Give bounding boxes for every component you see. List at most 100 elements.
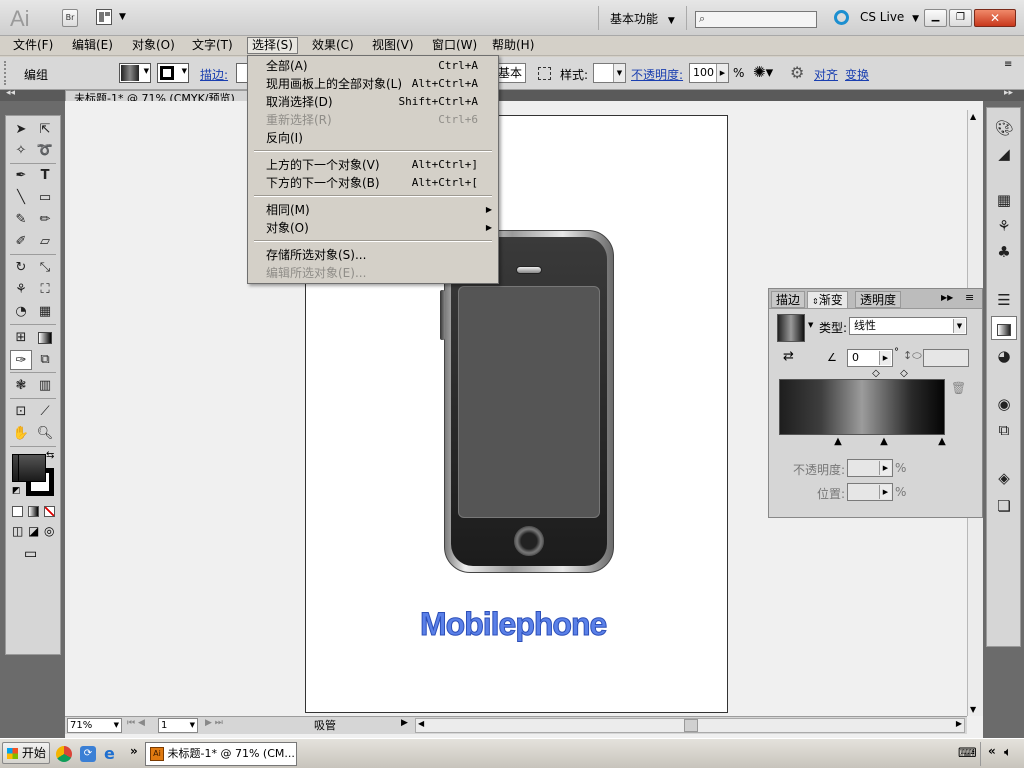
artboard-tool-icon[interactable]: ⊡ (10, 402, 32, 422)
menu-item-next-object-below[interactable]: 下方的下一个对象(B) Alt+Ctrl+[ (248, 174, 498, 192)
layers-icon[interactable]: ◈ (991, 466, 1017, 490)
hand-tool-icon[interactable]: ✋ (10, 424, 32, 444)
artboard-number-field[interactable]: 1 ▼ (158, 718, 198, 733)
menu-item-next-object-above[interactable]: 上方的下一个对象(V) Alt+Ctrl+] (248, 156, 498, 174)
delete-stop-icon[interactable]: 🗑︎ (951, 381, 966, 395)
expand-icon[interactable]: ▶▶ (941, 293, 953, 302)
tab-gradient[interactable]: ⇕渐变 (807, 291, 848, 308)
menu-edit[interactable]: 编辑(E) (68, 37, 117, 54)
recolor-artwork-icon[interactable]: ✺▾ (753, 63, 773, 81)
arrange-documents-icon[interactable] (96, 9, 112, 25)
brush-dropdown[interactable]: 基本 (496, 63, 526, 83)
swap-colors-icon[interactable]: ⇆ (46, 450, 54, 461)
start-button[interactable]: 开始 (2, 742, 50, 764)
eraser-tool-icon[interactable]: ▱ (34, 232, 56, 252)
type-tool-icon[interactable]: T (34, 166, 56, 186)
blend-tool-icon[interactable]: ⧉ (34, 350, 56, 370)
minimize-button[interactable]: ▁ (924, 9, 947, 27)
menu-select[interactable]: 选择(S) (247, 37, 298, 54)
restore-button[interactable]: ❐ (949, 9, 972, 27)
transform-link[interactable]: 变换 (845, 66, 869, 83)
mobilephone-text[interactable]: Mobilephone (419, 606, 607, 643)
expand-icon[interactable]: ▸▸ (1004, 88, 1013, 98)
fill-swatch[interactable]: ▼ (119, 63, 151, 83)
status-menu-icon[interactable]: ▶ (401, 718, 408, 728)
perspective-grid-tool-icon[interactable]: ▦ (34, 302, 56, 322)
workspace-switcher[interactable]: 基本功能 ▼ (610, 10, 675, 27)
rectangle-tool-icon[interactable]: ▭ (34, 188, 56, 208)
close-button[interactable]: ✕ (974, 9, 1016, 27)
aspect-ratio-field[interactable] (923, 349, 969, 367)
symbol-sprayer-tool-icon[interactable]: ❃ (10, 376, 32, 396)
gradient-type-select[interactable]: 线性 ▼ (849, 317, 967, 335)
bridge-button[interactable]: Br (62, 9, 78, 27)
magic-wand-tool-icon[interactable]: ✧ (10, 141, 32, 161)
scroll-right-icon[interactable]: ▶ (956, 719, 962, 728)
menu-object[interactable]: 对象(O) (128, 37, 179, 54)
gradient-tool-icon[interactable] (34, 328, 56, 348)
reverse-gradient-icon[interactable]: ⇄ (783, 349, 794, 364)
menu-item-select-all-artboard[interactable]: 现用画板上的全部对象(L) Alt+Ctrl+A (248, 75, 498, 93)
graphic-style-icon[interactable] (538, 67, 551, 80)
taskbar-item-illustrator[interactable]: Ai 未标题-1* @ 71% (CM... (145, 742, 297, 766)
pencil-tool-icon[interactable]: ✏ (34, 210, 56, 230)
draw-normal-icon[interactable]: ◫ (12, 524, 23, 538)
color-stop[interactable]: ▲ (879, 436, 889, 448)
gradient-icon[interactable] (991, 316, 1017, 340)
menu-item-edit-selection[interactable]: 编辑所选对象(E)... (248, 264, 498, 282)
slice-tool-icon[interactable]: ⟋ (34, 402, 56, 422)
chevron-down-icon[interactable]: ▼ (808, 321, 813, 329)
gradient-mode-icon[interactable] (28, 506, 39, 517)
angle-field[interactable]: 0 ▶ (847, 349, 893, 367)
horizontal-scrollbar[interactable]: ◀ ▶ (415, 718, 965, 733)
opacity-link[interactable]: 不透明度: (631, 66, 683, 83)
menu-help[interactable]: 帮助(H) (488, 37, 538, 54)
draw-behind-icon[interactable]: ◪ (28, 524, 39, 538)
swatches-icon[interactable]: ▦ (991, 188, 1017, 212)
align-link[interactable]: 对齐 (814, 66, 838, 83)
line-tool-icon[interactable]: ╲ (10, 188, 32, 208)
next-artboard-icon[interactable]: ▶ ⏭ (205, 718, 223, 728)
selection-tool-icon[interactable]: ➤ (10, 120, 32, 140)
screen-mode-icon[interactable]: ▭ (24, 546, 37, 562)
tray-chevron[interactable]: « (988, 744, 996, 758)
keyboard-icon[interactable]: ⌨ (958, 746, 977, 761)
chevron-down-icon[interactable]: ▼ (119, 12, 126, 22)
gear-icon[interactable]: ⚙ (790, 63, 804, 82)
eyedropper-tool-icon[interactable]: ✑ (10, 350, 32, 370)
menu-item-reselect[interactable]: 重新选择(R) Ctrl+6 (248, 111, 498, 129)
panel-menu-icon[interactable]: ≡ (965, 291, 974, 304)
tab-transparency[interactable]: 透明度 (855, 291, 902, 308)
first-artboard-icon[interactable]: ⏮ ◀ (127, 718, 145, 728)
search-input[interactable]: ⌕ (695, 11, 817, 28)
blob-brush-tool-icon[interactable]: ✐ (10, 232, 32, 252)
gradient-preview-swatch[interactable] (777, 314, 805, 342)
chrome-icon[interactable] (56, 746, 72, 762)
shape-builder-tool-icon[interactable]: ◔ (10, 302, 32, 322)
width-tool-icon[interactable]: ⚘ (10, 280, 32, 300)
paintbrush-tool-icon[interactable]: ✎ (10, 210, 32, 230)
zoom-tool-icon[interactable]: 🔍︎ (34, 424, 56, 444)
transparency-icon[interactable]: ◕ (991, 344, 1017, 368)
default-colors-icon[interactable]: ◩ (12, 486, 21, 496)
pen-tool-icon[interactable]: ✒ (10, 166, 32, 186)
quick-launch-chevron[interactable]: » (130, 744, 138, 758)
color-stop[interactable]: ▲ (937, 436, 947, 448)
mesh-tool-icon[interactable]: ⊞ (10, 328, 32, 348)
internet-explorer-icon[interactable]: e (104, 744, 115, 763)
brushes-icon[interactable]: ⚘ (991, 214, 1017, 238)
scroll-thumb[interactable] (684, 719, 698, 732)
scale-tool-icon[interactable]: ⤡ (34, 258, 56, 278)
free-transform-tool-icon[interactable]: ⛶ (34, 280, 56, 300)
column-graph-tool-icon[interactable]: ▥ (34, 376, 56, 396)
menu-item-object[interactable]: 对象(O) ▶ (248, 219, 498, 237)
gradient-slider[interactable] (779, 379, 945, 435)
rotate-tool-icon[interactable]: ↻ (10, 258, 32, 278)
scroll-left-icon[interactable]: ◀ (418, 719, 424, 728)
draw-inside-icon[interactable]: ◎ (44, 524, 54, 538)
cs-live-button[interactable]: CS Live ▼ (860, 10, 919, 24)
stop-opacity-field[interactable]: ▶ (847, 459, 893, 477)
menu-window[interactable]: 窗口(W) (428, 37, 481, 54)
menu-item-select-all[interactable]: 全部(A) Ctrl+A (248, 57, 498, 75)
color-stop[interactable]: ▲ (833, 436, 843, 448)
